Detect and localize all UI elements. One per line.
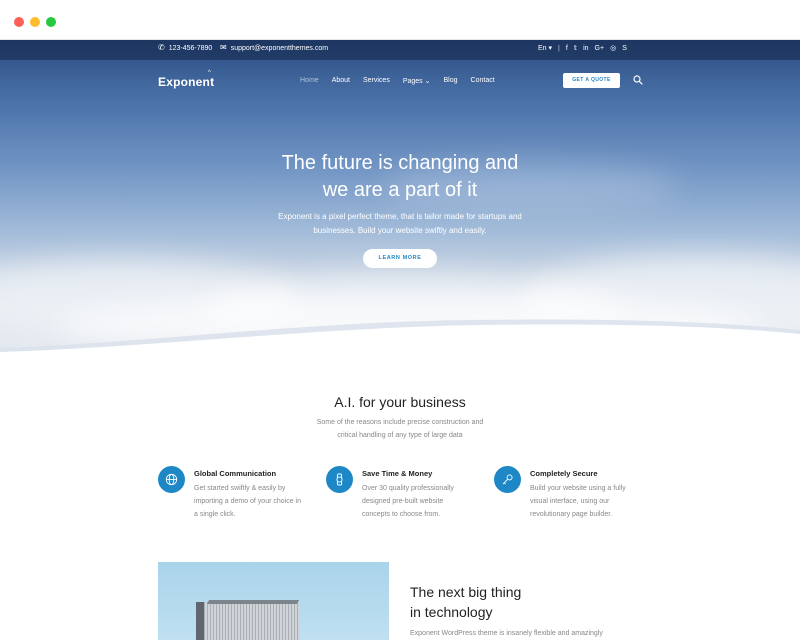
twitter-icon[interactable]: 𝕥 xyxy=(574,44,577,52)
skype-icon[interactable]: S xyxy=(622,45,627,52)
minimize-window-button[interactable] xyxy=(30,17,40,27)
main-menu: Home About Services Pages ⌄ Blog Contact xyxy=(300,77,495,85)
feature-completely-secure: Completely Secure Build your website usi… xyxy=(494,466,644,526)
email-contact[interactable]: ✉ support@exponentthemes.com xyxy=(220,44,328,52)
globe-icon xyxy=(158,466,185,493)
phone-icon: ✆ xyxy=(158,43,165,52)
feature-text: Get started swiftly & easily by importin… xyxy=(194,485,301,518)
promo-title: The next big thing in technology xyxy=(410,584,522,620)
watch-icon xyxy=(326,466,353,493)
feature-title: Global Communication xyxy=(194,469,277,478)
window-titlebar xyxy=(0,0,800,40)
instagram-icon[interactable]: ◎ xyxy=(610,44,616,52)
menu-item-home[interactable]: Home xyxy=(300,77,319,85)
menu-item-about[interactable]: About xyxy=(332,77,350,85)
envelope-icon: ✉ xyxy=(220,43,227,52)
features-subtitle: Some of the reasons include precise cons… xyxy=(316,419,484,439)
menu-item-pages[interactable]: Pages ⌄ xyxy=(403,77,431,85)
language-selector[interactable]: En ▾ xyxy=(538,44,552,52)
hero-wave-divider xyxy=(0,319,800,352)
google-plus-icon[interactable]: G+ xyxy=(595,45,605,52)
feature-global-communication: Global Communication Get started swiftly… xyxy=(158,466,308,526)
promo-text: Exponent WordPress theme is insanely fle… xyxy=(410,630,603,637)
learn-more-button[interactable]: LEARN MORE xyxy=(363,249,437,268)
linkedin-icon[interactable]: in xyxy=(583,45,588,52)
hero-section: ✆ 123-456-7890 ✉ support@exponentthemes.… xyxy=(0,40,800,352)
hero-title: The future is changing and we are a part… xyxy=(281,152,519,201)
phone-number: 123-456-7890 xyxy=(168,44,213,52)
key-icon xyxy=(494,466,521,493)
feature-title: Save Time & Money xyxy=(362,469,433,478)
phone-contact[interactable]: ✆ 123-456-7890 xyxy=(158,44,212,52)
feature-text: Over 30 quality professionally designed … xyxy=(362,485,454,518)
technology-photo xyxy=(158,562,389,640)
feature-save-time-money: Save Time & Money Over 30 quality profes… xyxy=(326,466,476,526)
main-navbar: Exponent ^ Home About Services Pages ⌄ B… xyxy=(0,70,800,92)
social-bar: En ▾ | f 𝕥 in G+ ◎ S xyxy=(538,44,627,53)
search-icon[interactable] xyxy=(633,75,643,85)
email-address: support@exponentthemes.com xyxy=(230,44,329,52)
features-title: A.I. for your business xyxy=(334,394,466,410)
menu-item-blog[interactable]: Blog xyxy=(444,77,458,85)
menu-item-services[interactable]: Services xyxy=(363,77,390,85)
site-logo[interactable]: Exponent xyxy=(158,75,214,89)
feature-title: Completely Secure xyxy=(530,469,598,478)
menu-item-contact[interactable]: Contact xyxy=(471,77,495,85)
contact-topbar: ✆ 123-456-7890 ✉ support@exponentthemes.… xyxy=(0,40,800,60)
chevron-down-icon: ⌄ xyxy=(424,78,431,85)
feature-text: Build your website using a fully visual … xyxy=(530,485,626,518)
facebook-icon[interactable]: f xyxy=(566,45,568,52)
close-window-button[interactable] xyxy=(14,17,24,27)
get-a-quote-button[interactable]: GET A QUOTE xyxy=(563,73,620,88)
maximize-window-button[interactable] xyxy=(46,17,56,27)
hero-subtitle: Exponent is a pixel perfect theme, that … xyxy=(278,212,522,235)
